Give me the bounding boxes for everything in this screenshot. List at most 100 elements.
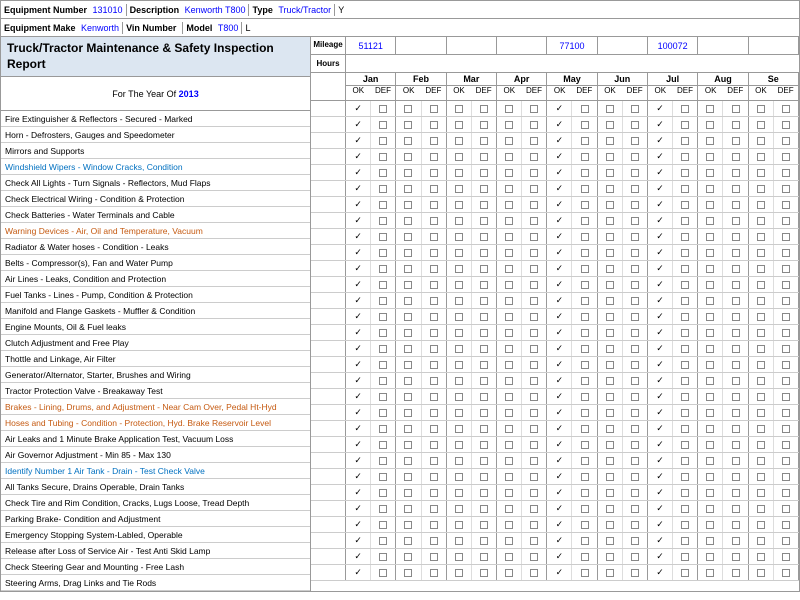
def-cell	[371, 341, 395, 356]
def-cell	[774, 133, 798, 148]
def-cell	[572, 293, 596, 308]
ok-cell: ✓	[648, 277, 673, 292]
ok-cell	[698, 421, 723, 436]
hours-row: Hours	[311, 55, 799, 73]
month-data-block	[497, 389, 547, 404]
def-cell	[422, 149, 446, 164]
def-cell	[774, 165, 798, 180]
ok-cell	[497, 133, 522, 148]
month-data-block	[598, 485, 648, 500]
month-data-block	[497, 501, 547, 516]
ok-cell: ✓	[547, 469, 572, 484]
def-cell	[422, 565, 446, 580]
month-block: MayOKDEF	[547, 73, 597, 100]
ok-cell	[447, 101, 472, 116]
ok-cell	[698, 197, 723, 212]
month-data-block	[698, 261, 748, 276]
month-data-block: ✓	[346, 421, 396, 436]
def-label: DEF	[723, 86, 748, 95]
def-cell	[472, 245, 496, 260]
ok-cell: ✓	[547, 517, 572, 532]
month-data-block	[598, 117, 648, 132]
ok-label: OK	[396, 86, 421, 95]
month-data-block: ✓	[648, 117, 698, 132]
ok-cell	[749, 149, 774, 164]
month-data-block	[497, 245, 547, 260]
table-row: ✓✓✓	[311, 421, 799, 437]
month-data-block: ✓	[346, 533, 396, 548]
month-data-block	[447, 565, 497, 580]
month-data-block	[749, 437, 799, 452]
ok-cell	[749, 309, 774, 324]
ok-cell: ✓	[547, 245, 572, 260]
def-cell	[623, 389, 647, 404]
def-cell	[774, 501, 798, 516]
def-cell	[774, 293, 798, 308]
ok-cell	[396, 437, 421, 452]
table-row: ✓✓✓	[311, 293, 799, 309]
month-data-block	[749, 389, 799, 404]
inspection-item: Air Lines - Leaks, Condition and Protect…	[1, 271, 310, 287]
def-cell	[472, 181, 496, 196]
month-data-block	[598, 549, 648, 564]
def-cell	[774, 357, 798, 372]
inspection-item: Check Tire and Rim Condition, Cracks, Lu…	[1, 495, 310, 511]
def-cell	[774, 405, 798, 420]
month-data-block: ✓	[547, 501, 597, 516]
month-data-block	[698, 101, 748, 116]
ok-cell: ✓	[648, 197, 673, 212]
month-data-block	[497, 341, 547, 356]
def-cell	[522, 405, 546, 420]
def-cell	[522, 133, 546, 148]
month-data-block: ✓	[547, 565, 597, 580]
def-cell	[723, 453, 747, 468]
def-cell	[422, 453, 446, 468]
inspection-item: Check All Lights - Turn Signals - Reflec…	[1, 175, 310, 191]
ok-cell	[447, 533, 472, 548]
month-data-block: ✓	[346, 117, 396, 132]
ok-cell	[497, 405, 522, 420]
def-cell	[774, 245, 798, 260]
month-data-block	[396, 373, 446, 388]
ok-label: OK	[648, 86, 673, 95]
def-cell	[623, 325, 647, 340]
def-cell	[371, 437, 395, 452]
equipment-make-section: Equipment Make Kenworth	[1, 22, 123, 34]
def-cell	[723, 101, 747, 116]
def-cell	[572, 453, 596, 468]
def-cell	[723, 373, 747, 388]
ok-cell	[598, 133, 623, 148]
month-data-block	[749, 453, 799, 468]
month-data-block	[598, 389, 648, 404]
month-data-block	[447, 453, 497, 468]
def-cell	[623, 181, 647, 196]
ok-cell	[749, 293, 774, 308]
month-data-block: ✓	[648, 133, 698, 148]
month-data-block: ✓	[648, 453, 698, 468]
month-data-block	[447, 149, 497, 164]
inspection-items-list: Fire Extinguisher & Reflectors - Secured…	[1, 111, 310, 591]
inspection-item: Mirrors and Supports	[1, 143, 310, 159]
month-data-block	[447, 405, 497, 420]
table-row: ✓✓✓	[311, 405, 799, 421]
ok-cell	[698, 501, 723, 516]
ok-cell: ✓	[648, 261, 673, 276]
def-cell	[522, 149, 546, 164]
year-label: For The Year Of	[112, 89, 176, 99]
def-cell	[623, 549, 647, 564]
def-cell	[673, 549, 697, 564]
ok-cell: ✓	[346, 181, 371, 196]
table-row: ✓✓✓	[311, 373, 799, 389]
month-data-block: ✓	[346, 501, 396, 516]
def-cell	[371, 389, 395, 404]
ok-cell: ✓	[547, 261, 572, 276]
ok-cell	[598, 453, 623, 468]
month-data-block	[447, 469, 497, 484]
month-data-block	[497, 517, 547, 532]
def-cell	[723, 341, 747, 356]
def-cell	[774, 229, 798, 244]
month-block: JanOKDEF	[346, 73, 396, 100]
def-cell	[623, 277, 647, 292]
month-data-block	[698, 453, 748, 468]
month-data-block	[396, 501, 446, 516]
